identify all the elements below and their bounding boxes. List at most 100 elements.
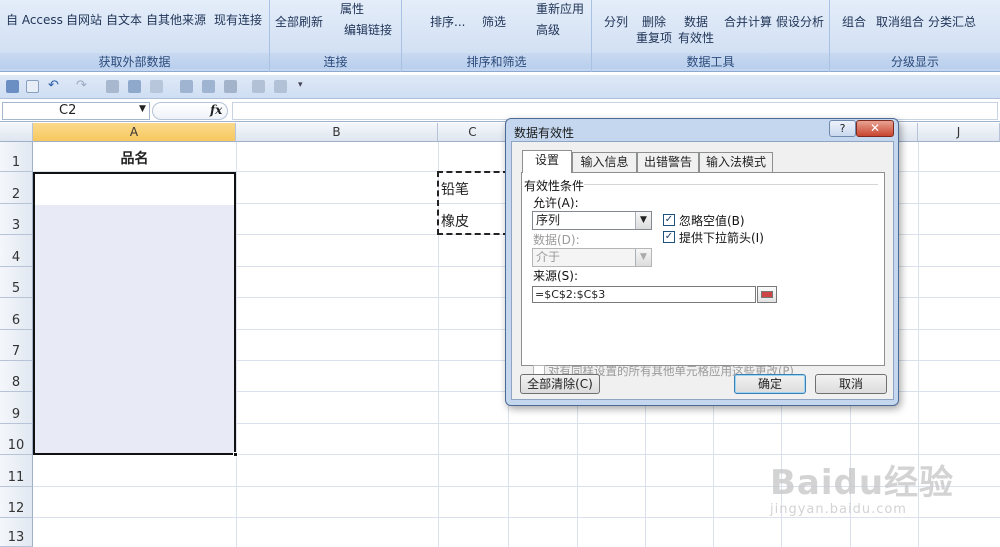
ribbon-group-outline: 组合 取消组合 分类汇总 分级显示 (830, 0, 1000, 72)
what-if-analysis-button[interactable]: 假设分析 (776, 13, 824, 30)
source-input[interactable]: =$C$2:$C$3 (532, 286, 756, 303)
tools-icon[interactable] (224, 80, 237, 93)
source-label: 来源(S): (533, 269, 579, 283)
row-number: 12 (7, 501, 25, 516)
row-header-3[interactable]: 3 (0, 204, 33, 235)
row-header-1[interactable]: 1 (0, 142, 33, 172)
ribbon-group-data-tools: 分列 删除 重复项 数据 有效性 合并计算 假设分析 数据工具 (592, 0, 830, 72)
reapply-button[interactable]: 重新应用 (536, 0, 584, 17)
allow-select[interactable]: 序列 ▼ (532, 211, 652, 230)
chart-icon[interactable] (128, 80, 141, 93)
subtotal-button[interactable]: 分类汇总 (928, 13, 976, 30)
ribbon-group-label: 分级显示 (830, 53, 1000, 69)
text-to-columns-button[interactable]: 分列 (604, 13, 628, 30)
name-box[interactable]: C2 (2, 102, 150, 120)
grid-icon[interactable] (202, 80, 215, 93)
group-button[interactable]: 组合 (842, 13, 866, 30)
column-header-a[interactable]: A (33, 123, 236, 142)
from-access-button[interactable]: 自 Access (6, 11, 63, 28)
selected-range-a2-a10[interactable] (33, 172, 238, 457)
in-cell-dropdown-label[interactable]: 提供下拉箭头(I) (679, 229, 764, 246)
edit-links-button[interactable]: 编辑链接 (344, 21, 392, 38)
copy-marquee-c2-c3 (437, 171, 509, 235)
fill-handle[interactable] (233, 452, 238, 457)
remove-duplicates-button[interactable]: 删除 (642, 13, 666, 30)
data-validation-button[interactable]: 数据 (684, 13, 708, 30)
collapse-dialog-icon[interactable] (757, 286, 777, 303)
row-header-11[interactable]: 11 (0, 455, 33, 487)
undo-icon[interactable]: ↶ (48, 79, 61, 93)
format-painter-icon[interactable] (106, 80, 119, 93)
from-text-button[interactable]: 自文本 (106, 11, 142, 28)
filter-button[interactable]: 筛选 (482, 13, 506, 30)
spell-check-icon[interactable] (252, 80, 265, 93)
select-all-corner[interactable] (0, 123, 33, 142)
quick-access-toolbar: ↶ ↷ ▾ (0, 75, 1000, 99)
row-header-7[interactable]: 7 (0, 330, 33, 361)
table-icon[interactable] (180, 80, 193, 93)
active-cell-a2[interactable] (35, 174, 234, 205)
clear-all-button[interactable]: 全部清除(C) (520, 374, 600, 394)
save-icon[interactable] (6, 80, 19, 93)
row-header-4[interactable]: 4 (0, 235, 33, 267)
baidu-watermark: Baidu经验 jingyan.baidu.com (770, 455, 954, 517)
data-select-value: 介于 (536, 250, 561, 264)
data-validation-dialog: 数据有效性 ? ✕ 设置 输入信息 出错警告 输入法模式 有效性条件 允许(A)… (505, 118, 899, 406)
cancel-button[interactable]: 取消 (815, 374, 887, 394)
tab-ime-mode[interactable]: 输入法模式 (699, 152, 773, 172)
row-number: 9 (11, 407, 21, 422)
row-header-8[interactable]: 8 (0, 361, 33, 392)
tab-input-message[interactable]: 输入信息 (572, 152, 637, 172)
ungroup-button[interactable]: 取消组合 (876, 13, 924, 30)
ignore-blank-label[interactable]: 忽略空值(B) (679, 212, 745, 229)
consolidate-button[interactable]: 合并计算 (724, 13, 772, 30)
help-button[interactable]: ? (829, 120, 856, 137)
row-header-13[interactable]: 13 (0, 518, 33, 547)
print-preview-icon[interactable] (274, 80, 287, 93)
properties-button[interactable]: 属性 (340, 0, 364, 17)
refresh-all-button[interactable]: 全部刷新 (275, 13, 323, 30)
close-button[interactable]: ✕ (856, 120, 894, 137)
section-divider (584, 184, 878, 185)
data-validation-button-2[interactable]: 有效性 (678, 29, 714, 46)
remove-duplicates-button-2[interactable]: 重复项 (636, 29, 672, 46)
ignore-blank-checkbox[interactable]: ✓ (663, 214, 675, 226)
row-header-5[interactable]: 5 (0, 267, 33, 298)
row-header-6[interactable]: 6 (0, 298, 33, 330)
grid-line (33, 517, 1000, 518)
from-web-button[interactable]: 自网站 (66, 11, 102, 28)
row-header-9[interactable]: 9 (0, 392, 33, 424)
new-file-icon[interactable] (26, 80, 39, 93)
from-other-sources-button[interactable]: 自其他来源 (146, 11, 206, 28)
ok-button[interactable]: 确定 (734, 374, 806, 394)
row-header-10[interactable]: 10 (0, 424, 33, 455)
column-header-b[interactable]: B (236, 123, 438, 142)
tab-settings[interactable]: 设置 (522, 150, 572, 173)
insert-function-icon[interactable]: fx (210, 103, 222, 117)
row-number: 13 (7, 530, 25, 545)
edit-icon[interactable] (150, 80, 163, 93)
row-number: 10 (7, 438, 25, 453)
existing-connections-button[interactable]: 现有连接 (214, 11, 262, 28)
data-select: 介于 ▼ (532, 248, 652, 267)
advanced-button[interactable]: 高级 (536, 21, 560, 38)
column-header-c[interactable]: C (438, 123, 508, 142)
chevron-down-icon[interactable]: ▼ (635, 212, 651, 229)
watermark-logo-text: Baidu经验 (770, 463, 955, 503)
row-header-2[interactable]: 2 (0, 172, 33, 204)
in-cell-dropdown-checkbox[interactable]: ✓ (663, 231, 675, 243)
ribbon-group-label: 排序和筛选 (402, 53, 591, 69)
row-header-12[interactable]: 12 (0, 487, 33, 518)
sort-button[interactable]: 排序... (430, 13, 465, 30)
watermark-url: jingyan.baidu.com (770, 502, 907, 517)
name-box-dropdown-icon[interactable]: ▼ (139, 104, 146, 114)
redo-icon[interactable]: ↷ (76, 79, 89, 93)
cell-a1[interactable]: 品名 (33, 148, 236, 168)
settings-panel: 有效性条件 允许(A): 序列 ▼ ✓ 忽略空值(B) ✓ 提供下拉箭头(I) … (521, 172, 885, 366)
dialog-title: 数据有效性 (514, 126, 575, 140)
tab-error-alert[interactable]: 出错警告 (637, 152, 699, 172)
allow-label: 允许(A): (533, 196, 579, 210)
ribbon-group-sort-filter: 排序... 筛选 重新应用 高级 排序和筛选 (402, 0, 592, 72)
customize-toolbar-icon[interactable]: ▾ (298, 80, 311, 93)
column-header-j[interactable]: J (918, 123, 1000, 142)
